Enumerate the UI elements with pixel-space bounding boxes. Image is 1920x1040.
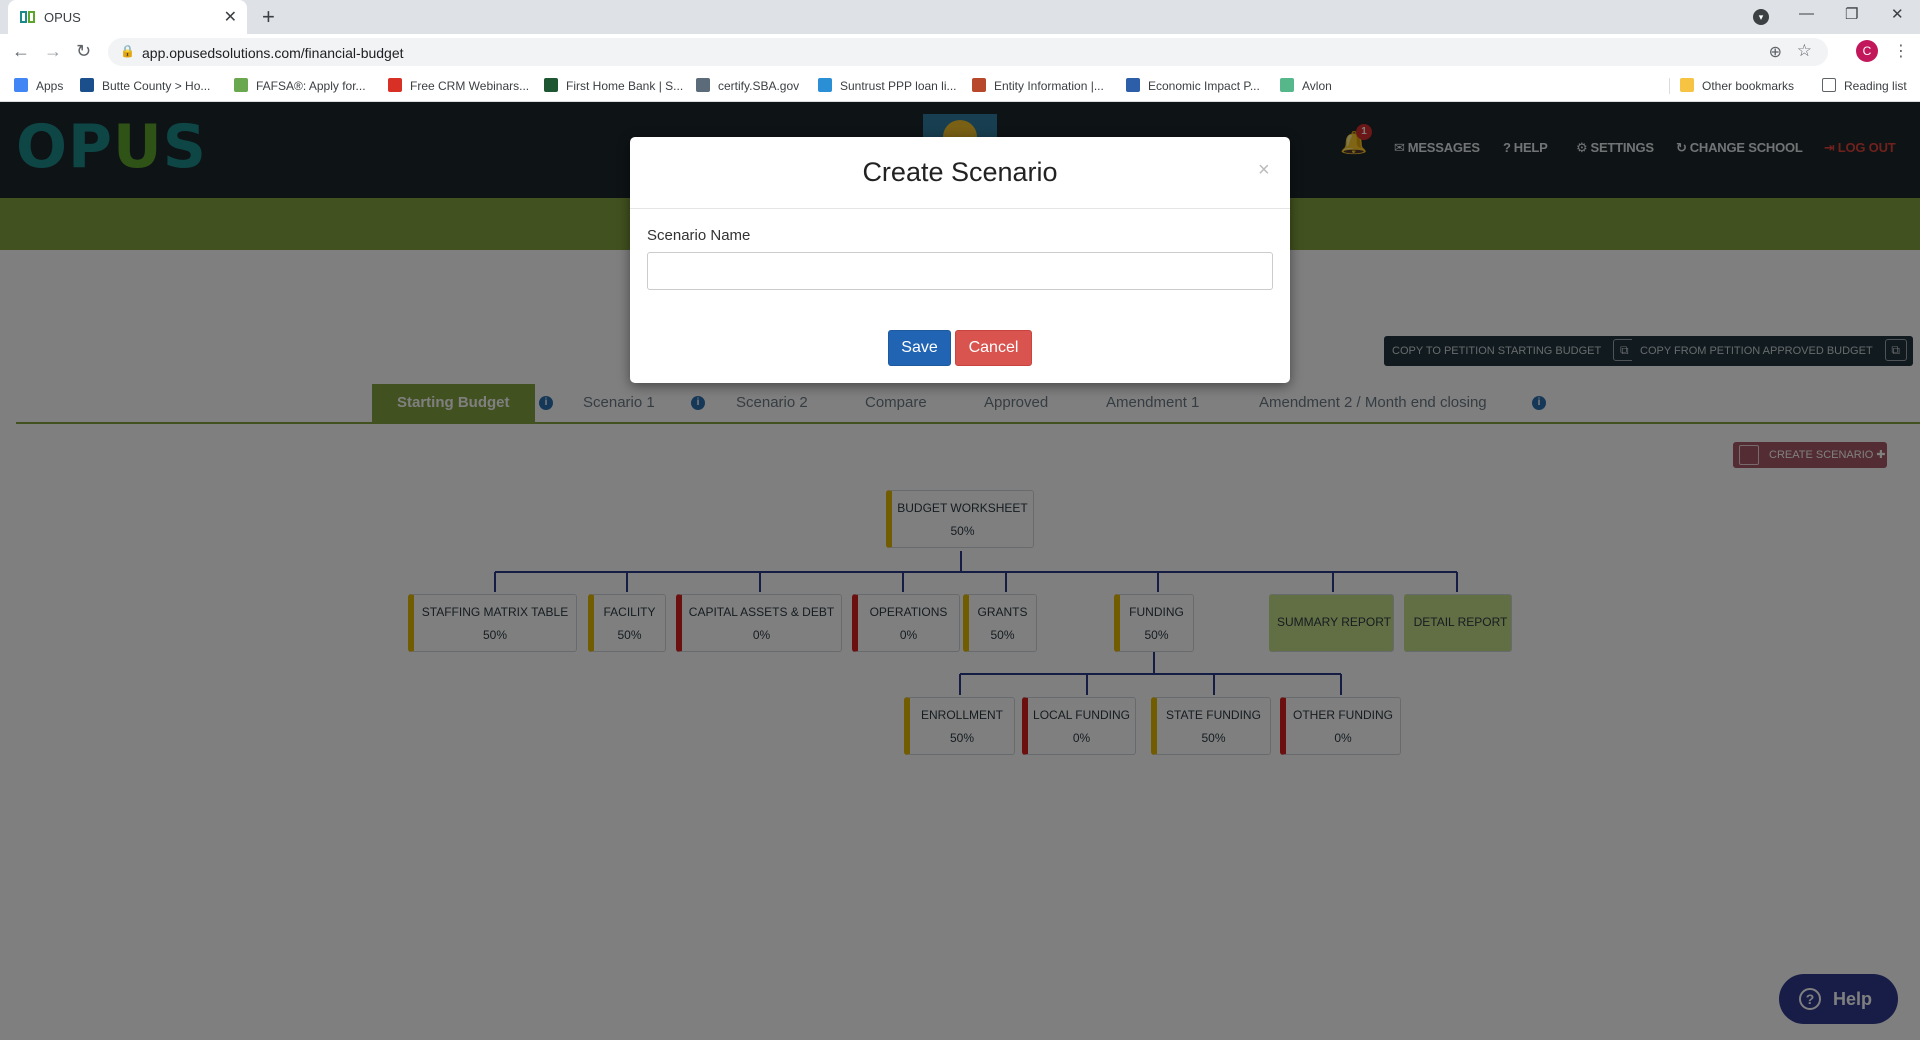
bookmark-apps[interactable]: Apps [14,78,63,94]
modal-header: Create Scenario × [630,137,1290,209]
browser-tab[interactable]: OPUS ✕ [8,0,247,34]
bookmark-item[interactable]: certify.SBA.gov [696,78,799,94]
close-icon[interactable]: × [1258,159,1270,182]
browser-tab-strip: OPUS ✕ + ▾ — ❐ ✕ [0,0,1920,34]
app-viewport: OPUS 🔔 1 ✉MESSAGES ?HELP ⚙SETTINGS ↻CHAN… [0,102,1920,1040]
apps-grid-icon [14,78,28,92]
bookmarks-separator [1669,78,1670,94]
reading-list[interactable]: Reading list [1822,78,1907,94]
bookmark-item[interactable]: First Home Bank | S... [544,78,683,94]
create-scenario-modal: Create Scenario × Scenario Name Save Can… [630,137,1290,383]
reading-list-icon [1822,78,1836,92]
bookmark-favicon-icon [544,78,558,92]
reload-icon[interactable]: ↻ [76,41,91,62]
bookmark-item[interactable]: Butte County > Ho... [80,78,210,94]
bookmark-favicon-icon [1280,78,1294,92]
bookmark-item[interactable]: Suntrust PPP loan li... [818,78,957,94]
browser-toolbar: ← → ↻ 🔒 app.opusedsolutions.com/financia… [0,34,1920,70]
lock-icon[interactable]: 🔒 [120,44,135,58]
close-window-icon[interactable]: ✕ [1891,5,1904,23]
bookmark-favicon-icon [388,78,402,92]
bookmark-favicon-icon [1126,78,1140,92]
zoom-icon[interactable]: ⊕ [1769,42,1782,62]
forward-icon[interactable]: → [44,41,62,62]
scenario-name-label: Scenario Name [647,227,751,244]
other-bookmarks[interactable]: Other bookmarks [1680,78,1794,94]
bookmark-favicon-icon [234,78,248,92]
close-tab-icon[interactable]: ✕ [224,7,237,27]
bookmark-item[interactable]: FAFSA®: Apply for... [234,78,366,94]
opus-favicon-icon [20,11,35,23]
bookmark-favicon-icon [972,78,986,92]
browser-menu-icon[interactable]: ⋮ [1893,41,1909,61]
restore-icon[interactable]: ❐ [1845,5,1858,23]
tab-search-icon[interactable]: ▾ [1753,9,1769,25]
bookmark-item[interactable]: Free CRM Webinars... [388,78,529,94]
address-bar[interactable]: 🔒 app.opusedsolutions.com/financial-budg… [108,38,1828,66]
bookmark-item[interactable]: Entity Information |... [972,78,1104,94]
folder-icon [1680,78,1694,92]
profile-avatar[interactable]: C [1856,40,1878,62]
bookmark-item[interactable]: Economic Impact P... [1126,78,1260,94]
bookmark-favicon-icon [696,78,710,92]
save-button[interactable]: Save [888,330,951,366]
url-text[interactable]: app.opusedsolutions.com/financial-budget [142,45,404,61]
bookmark-favicon-icon [80,78,94,92]
back-icon[interactable]: ← [12,41,30,62]
bookmarks-bar: Apps Butte County > Ho... FAFSA®: Apply … [0,70,1920,102]
browser-tab-title: OPUS [44,10,81,25]
bookmark-favicon-icon [818,78,832,92]
cancel-button[interactable]: Cancel [955,330,1032,366]
bookmark-item[interactable]: Avlon [1280,78,1332,94]
scenario-name-input[interactable] [647,252,1273,290]
bookmark-star-icon[interactable]: ☆ [1797,41,1812,61]
modal-title: Create Scenario [862,157,1058,187]
minimize-icon[interactable]: — [1799,5,1814,22]
new-tab-icon[interactable]: + [262,4,275,30]
